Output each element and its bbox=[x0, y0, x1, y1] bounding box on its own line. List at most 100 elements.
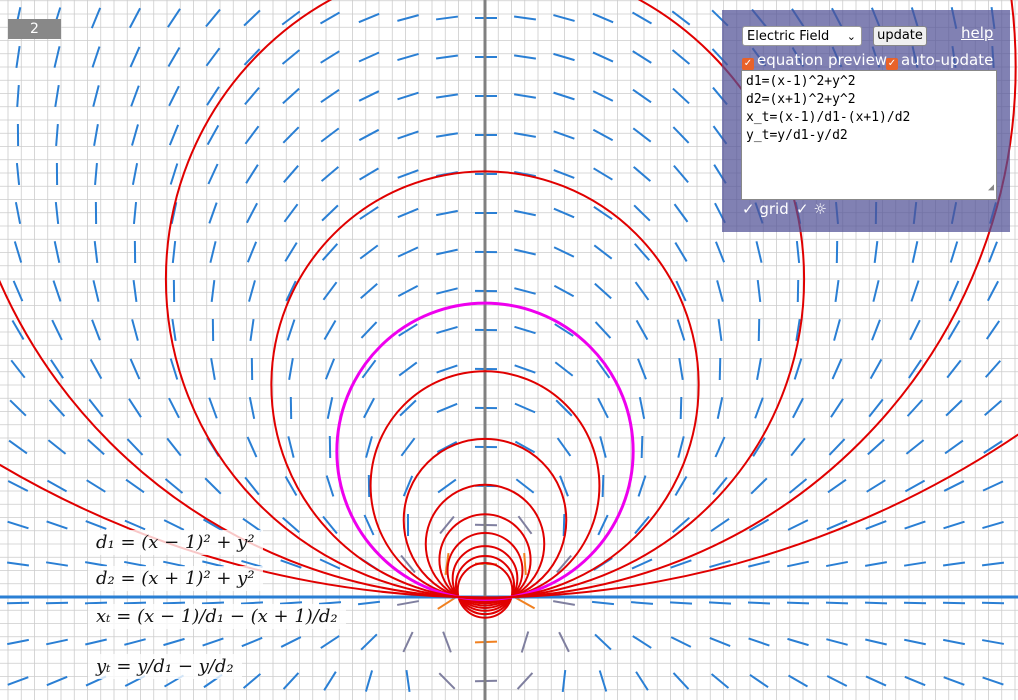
field-vector bbox=[241, 636, 263, 648]
field-vector bbox=[868, 398, 884, 418]
field-vector bbox=[169, 163, 179, 185]
field-vector bbox=[632, 88, 652, 104]
field-vector bbox=[358, 12, 380, 24]
field-vector bbox=[632, 635, 652, 649]
field-vector bbox=[873, 240, 879, 264]
field-vector bbox=[872, 280, 880, 302]
field-vector bbox=[833, 319, 841, 341]
field-vector bbox=[132, 201, 138, 225]
field-vector bbox=[248, 397, 256, 419]
field-vector bbox=[553, 246, 575, 258]
field-vector bbox=[552, 600, 576, 606]
field-vector bbox=[245, 164, 259, 184]
field-vector bbox=[943, 480, 965, 492]
field-vector bbox=[359, 167, 379, 181]
field-vector bbox=[405, 669, 411, 693]
field-vector bbox=[52, 280, 62, 302]
field-vector bbox=[205, 47, 221, 67]
resize-grip-icon[interactable]: ◢ bbox=[988, 179, 994, 197]
field-vector bbox=[793, 358, 803, 380]
field-vector bbox=[249, 318, 255, 342]
field-vector bbox=[718, 357, 722, 381]
field-vector bbox=[93, 123, 99, 147]
auto-update-label: auto-update bbox=[901, 51, 994, 69]
field-vector bbox=[282, 126, 300, 144]
field-vector bbox=[246, 241, 258, 263]
checkbox-checked-icon[interactable]: ✓ bbox=[886, 58, 898, 70]
field-vector bbox=[55, 123, 59, 147]
field-vector bbox=[865, 638, 887, 646]
field-vector bbox=[131, 124, 139, 146]
equation-preview-label: equation preview bbox=[757, 51, 888, 69]
field-vector bbox=[593, 167, 613, 181]
field-vector bbox=[943, 676, 965, 686]
field-vector bbox=[9, 399, 27, 417]
field-vector bbox=[93, 240, 99, 264]
help-link[interactable]: help bbox=[961, 24, 993, 42]
field-vector bbox=[756, 357, 762, 381]
field-vector bbox=[210, 279, 216, 303]
field-vector bbox=[285, 280, 297, 302]
equation-editor[interactable]: d1=(x-1)^2+y^2 d2=(x+1)^2+y^2 x_t=(x-1)/… bbox=[741, 70, 997, 200]
field-vector bbox=[325, 475, 335, 497]
grid-toggle[interactable]: ✓ grid bbox=[742, 200, 789, 218]
field-vector bbox=[324, 358, 336, 380]
check-icon: ✓ bbox=[796, 200, 814, 218]
field-vector bbox=[399, 399, 417, 417]
field-vector bbox=[7, 676, 29, 686]
field-vector bbox=[592, 90, 614, 102]
field-vector bbox=[672, 126, 690, 144]
field-vector bbox=[747, 601, 771, 605]
field-vector bbox=[598, 670, 608, 692]
field-type-value: Electric Field bbox=[747, 29, 830, 44]
field-vector bbox=[946, 359, 962, 379]
field-vector bbox=[982, 520, 1004, 530]
field-vector bbox=[91, 46, 101, 68]
field-vector bbox=[286, 319, 296, 341]
field-vector bbox=[7, 638, 29, 646]
field-vector bbox=[632, 166, 652, 182]
field-vector bbox=[320, 127, 340, 143]
field-vector bbox=[436, 402, 458, 414]
field-vector bbox=[321, 243, 339, 261]
field-vector bbox=[320, 166, 340, 182]
field-vector bbox=[92, 280, 100, 302]
update-button[interactable]: update bbox=[873, 26, 927, 46]
field-vector bbox=[168, 85, 180, 107]
control-panel: Electric Field ⌄ update help ✓ equation pr… bbox=[722, 10, 1010, 232]
field-vector bbox=[47, 439, 67, 455]
field-vector bbox=[89, 358, 103, 380]
field-vector bbox=[6, 601, 30, 605]
field-vector bbox=[867, 438, 885, 456]
field-vector bbox=[436, 441, 458, 453]
field-vector bbox=[634, 281, 650, 301]
field-vector bbox=[435, 132, 459, 138]
field-vector bbox=[908, 359, 922, 379]
field-vector bbox=[54, 201, 60, 225]
field-vector bbox=[865, 520, 887, 530]
field-vector bbox=[168, 124, 180, 146]
field-vector bbox=[364, 670, 374, 692]
field-vector bbox=[827, 478, 847, 494]
field-vector bbox=[397, 130, 419, 140]
field-type-select[interactable]: Electric Field ⌄ bbox=[742, 26, 862, 46]
sun-toggle[interactable]: ✓ ☼ bbox=[796, 200, 827, 218]
field-vector bbox=[282, 87, 300, 105]
field-vector bbox=[748, 637, 770, 647]
field-vector bbox=[54, 84, 60, 108]
field-vector bbox=[673, 164, 689, 184]
field-vector bbox=[358, 90, 380, 102]
field-vector bbox=[85, 638, 107, 646]
field-vector bbox=[708, 601, 732, 605]
equation-preview-toggle[interactable]: ✓ equation preview bbox=[742, 51, 887, 70]
field-vector bbox=[129, 358, 141, 380]
field-vector bbox=[438, 672, 456, 690]
field-vector bbox=[864, 561, 888, 567]
auto-update-toggle[interactable]: ✓ auto-update bbox=[886, 51, 993, 70]
field-vector bbox=[635, 671, 649, 691]
field-vector bbox=[320, 50, 340, 64]
field-vector bbox=[716, 280, 724, 302]
checkbox-checked-icon[interactable]: ✓ bbox=[742, 58, 754, 70]
field-vector bbox=[45, 561, 69, 567]
field-vector bbox=[360, 282, 378, 300]
